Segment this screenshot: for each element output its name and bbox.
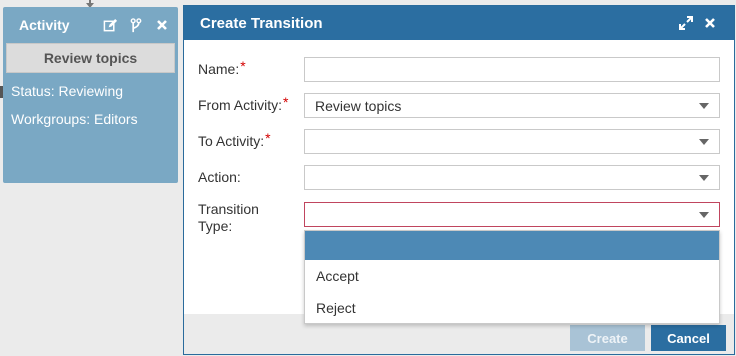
transition-type-dropdown: Accept Reject [304,230,720,324]
from-activity-select[interactable]: Review topics [304,93,720,118]
expand-icon[interactable] [678,15,694,31]
create-transition-dialog: Create Transition Name:* From Activity:*… [183,5,735,355]
to-activity-label: To Activity:* [198,130,304,150]
chevron-down-icon [699,103,709,109]
name-label-text: Name: [198,61,240,77]
name-input[interactable] [304,57,720,82]
from-activity-label-text: From Activity: [198,97,283,113]
required-mark: * [265,130,271,146]
to-activity-row: To Activity:* [198,129,720,154]
close-icon[interactable] [702,15,718,31]
dropdown-option-reject[interactable]: Reject [305,292,719,324]
name-label: Name:* [198,58,304,78]
required-mark: * [283,94,289,110]
name-row: Name:* [198,57,720,82]
activity-status: Status: Reviewing [11,83,124,99]
from-activity-label: From Activity:* [198,94,304,114]
action-select[interactable] [304,165,720,190]
action-row: Action: [198,165,720,190]
dropdown-option-empty[interactable] [305,231,719,260]
close-icon[interactable] [154,17,170,33]
chevron-down-icon [699,212,709,218]
edit-icon[interactable] [102,17,118,33]
transition-type-select[interactable] [304,202,720,227]
from-activity-row: From Activity:* Review topics [198,93,720,118]
create-button[interactable]: Create [570,325,645,351]
activity-tools [102,17,170,33]
dropdown-option-accept[interactable]: Accept [305,260,719,292]
dialog-header: Create Transition [184,6,734,40]
cancel-button[interactable]: Cancel [651,325,726,351]
dialog-title: Create Transition [200,14,323,32]
to-activity-label-text: To Activity: [198,133,265,149]
activity-card[interactable]: Activity Review topics Status: Reviewing… [3,7,178,183]
activity-name[interactable]: Review topics [6,43,175,73]
action-label: Action: [198,169,241,185]
from-activity-value: Review topics [315,97,402,114]
chevron-down-icon [699,139,709,145]
chevron-down-icon [699,175,709,181]
activity-header-label: Activity [19,17,70,33]
transition-type-label: Transition Type: [198,201,259,234]
activity-workgroups: Workgroups: Editors [11,111,138,127]
to-activity-select[interactable] [304,129,720,154]
branch-icon[interactable] [128,17,144,33]
activity-header: Activity [3,7,178,43]
required-mark: * [240,58,246,74]
dialog-header-icons [678,15,718,31]
